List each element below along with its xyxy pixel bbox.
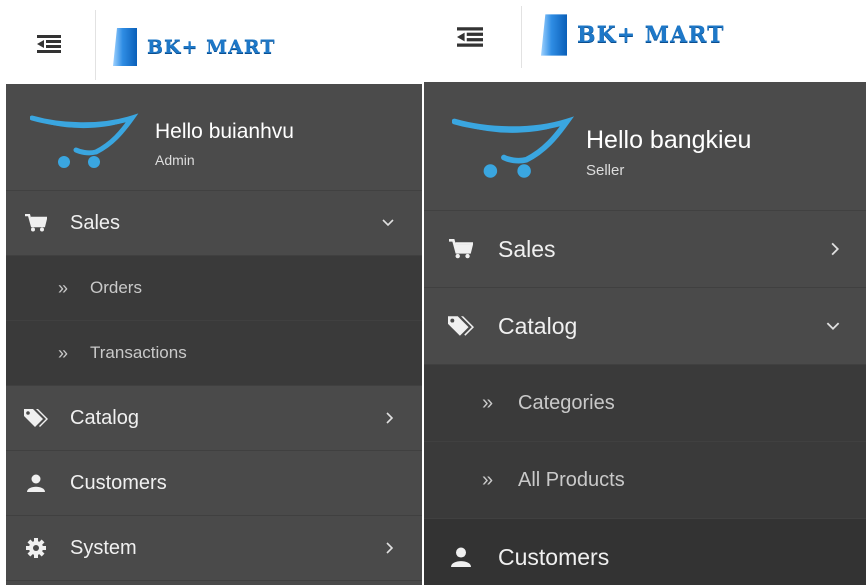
cart-logo-icon [452,116,575,178]
menu-item-label: System [70,536,137,559]
logo-flag-icon [541,14,567,56]
user-profile: Hello buianhvu Admin [6,84,422,191]
sidebar: Hello bangkieu Seller Sales Catalog » Ca… [424,82,866,585]
brand-logo[interactable]: BK+ MART [113,28,275,66]
chevron-right-icon [831,242,840,256]
seller-panel: BK+ MART Hello bangkieu Seller Sales Cat… [424,0,866,585]
chevron-right-icon [386,542,394,554]
menu-item-label: Customers [70,471,167,494]
menu-item-label: Customers [498,543,610,570]
brand-logo[interactable]: BK+ MART [541,14,725,56]
submenu-item-label: Transactions [90,343,187,362]
top-header: BK+ MART [424,0,866,82]
header-divider [521,6,522,68]
sidebar: Hello buianhvu Admin Sales » Orders » Tr… [6,84,422,585]
submenu-item-transactions[interactable]: » Transactions [6,321,422,386]
menu-item-catalog[interactable]: Catalog [6,386,422,451]
menu-item-label: Catalog [498,312,578,339]
menu-item-label: Sales [498,235,556,262]
indent-icon [37,35,61,53]
brand-name: BK+ MART [147,36,276,58]
header-divider [95,10,96,80]
chevron-right-icon [386,412,394,424]
double-chevron-right-icon: » [58,342,69,363]
menu-item-catalog[interactable]: Catalog [424,288,866,365]
logo-flag-icon [113,28,137,66]
indent-icon [457,27,483,47]
submenu-item-label: All Products [518,468,625,491]
submenu-item-categories[interactable]: » Categories [424,365,866,442]
cart-logo-icon [30,113,139,168]
admin-panel: BK+ MART Hello buianhvu Admin Sales » Or… [0,0,422,585]
menu-item-label: Catalog [70,406,139,429]
menu-item-sales[interactable]: Sales [424,211,866,288]
sidebar-toggle-button[interactable] [34,30,64,58]
user-greeting: Hello bangkieu [586,126,752,154]
double-chevron-right-icon: » [58,277,69,298]
user-profile: Hello bangkieu Seller [424,82,866,211]
cart-icon [448,239,474,259]
user-role: Admin [155,152,195,168]
user-role: Seller [586,162,625,179]
top-header: BK+ MART [0,0,422,82]
menu-item-customers[interactable]: Customers [6,451,422,516]
tags-icon [448,315,474,337]
submenu-item-label: Orders [90,278,142,297]
user-greeting: Hello buianhvu [155,120,294,143]
sidebar-toggle-button[interactable] [454,22,486,52]
menu-item-sales[interactable]: Sales [6,191,422,256]
submenu-item-orders[interactable]: » Orders [6,256,422,321]
cog-icon [24,538,48,558]
cart-icon [24,214,48,232]
submenu-item-all-products[interactable]: » All Products [424,442,866,519]
menu-item-label: Sales [70,211,121,234]
menu-item-system[interactable]: System [6,516,422,581]
chevron-down-icon [382,219,394,227]
double-chevron-right-icon: » [482,468,494,491]
brand-name: BK+ MART [577,22,725,48]
menu-item-customers[interactable]: Customers [424,519,866,585]
double-chevron-right-icon: » [482,391,494,414]
submenu-item-label: Categories [518,391,615,414]
user-icon [448,547,474,567]
user-icon [24,474,48,492]
tags-icon [24,408,48,428]
chevron-down-icon [826,321,840,331]
